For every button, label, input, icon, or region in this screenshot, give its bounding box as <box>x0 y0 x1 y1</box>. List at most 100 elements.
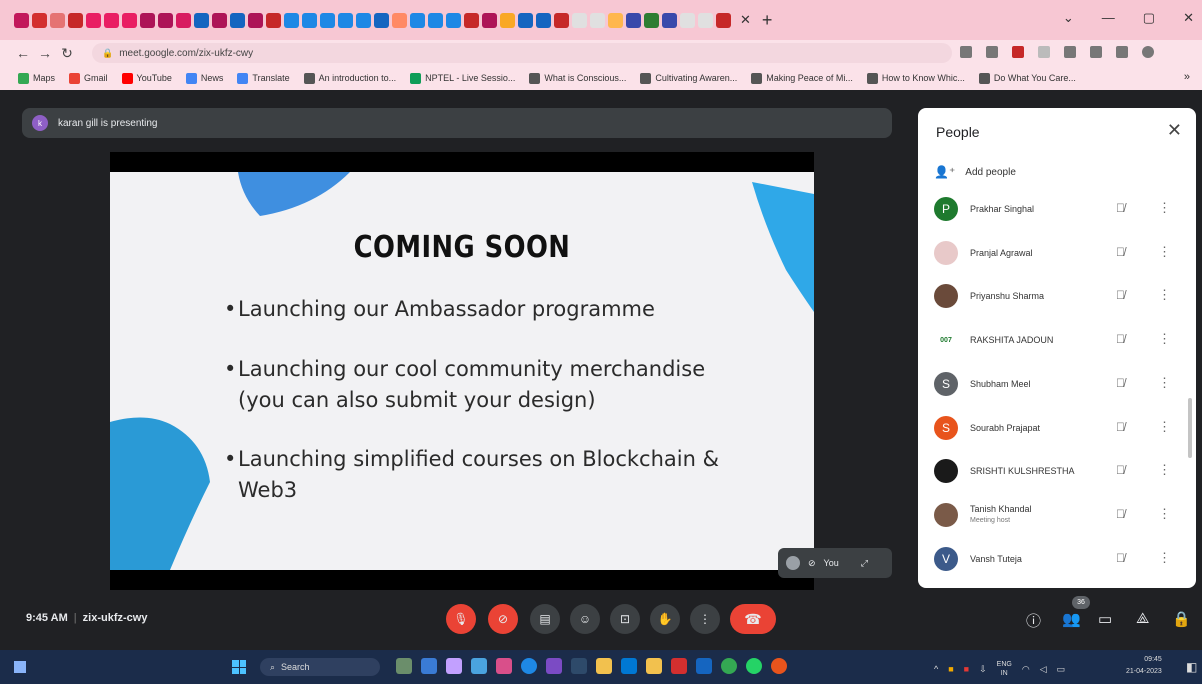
forward-icon[interactable]: → <box>34 45 56 61</box>
tab-favicon[interactable] <box>608 12 623 28</box>
pdf-icon[interactable] <box>671 658 687 674</box>
sidepanel-icon[interactable] <box>1116 46 1128 58</box>
mic-muted-icon[interactable]: 🎙̸ <box>1116 201 1125 215</box>
leave-call-button[interactable]: ☎ <box>730 604 776 634</box>
people-icon[interactable]: 👥 <box>1062 610 1081 628</box>
mic-muted-icon[interactable]: 🎙̸ <box>1116 551 1125 565</box>
chat-icon[interactable]: ▭ <box>1098 610 1112 628</box>
bookmark-item[interactable]: NPTEL - Live Sessio... <box>410 72 515 84</box>
camera-toggle-button[interactable]: ⊘ <box>488 604 518 634</box>
bookmark-maps[interactable]: Maps <box>18 72 55 84</box>
tab-favicon[interactable] <box>374 12 389 28</box>
participant-row[interactable]: SRISHTI KULSHRESTHA 🎙̸ ⋮ <box>934 456 1184 486</box>
tab-favicon[interactable] <box>68 12 83 28</box>
mic-muted-icon[interactable]: 🎙̸ <box>1116 420 1125 434</box>
windows-start-icon[interactable] <box>232 660 246 674</box>
tab-favicon[interactable] <box>482 12 497 28</box>
extensions-puzzle-icon[interactable] <box>1090 46 1102 58</box>
emoji-button[interactable]: ☺ <box>570 604 600 634</box>
tab-favicon[interactable] <box>122 12 137 28</box>
close-icon[interactable]: ✕ <box>1167 120 1182 141</box>
present-button[interactable]: ⊡ <box>610 604 640 634</box>
app-icon[interactable] <box>496 658 512 674</box>
file-explorer-icon[interactable] <box>596 658 612 674</box>
tab-favicon[interactable] <box>554 12 569 28</box>
tab-favicon[interactable] <box>176 12 191 28</box>
tab-favicon[interactable] <box>338 12 353 28</box>
participant-row[interactable]: V Vansh Tuteja 🎙̸ ⋮ <box>934 544 1184 574</box>
tab-favicon[interactable] <box>50 12 65 28</box>
tab-favicon[interactable] <box>518 12 533 28</box>
app-icon[interactable] <box>471 658 487 674</box>
tab-favicon[interactable] <box>212 12 227 28</box>
new-tab-icon[interactable]: + <box>762 10 773 31</box>
back-icon[interactable]: ← <box>12 45 34 61</box>
tab-favicon[interactable] <box>428 12 443 28</box>
captions-button[interactable]: ▤ <box>530 604 560 634</box>
whatsapp-icon[interactable] <box>746 658 762 674</box>
tab-favicon[interactable] <box>500 12 515 28</box>
mic-muted-icon[interactable]: 🎙̸ <box>1116 507 1125 521</box>
more-options-icon[interactable]: ⋮ <box>1158 419 1171 435</box>
tray-app-icon[interactable]: ■ <box>964 664 969 674</box>
tab-favicon[interactable] <box>572 12 587 28</box>
more-options-icon[interactable]: ⋮ <box>1158 462 1171 478</box>
tab-favicon[interactable] <box>266 12 281 28</box>
more-options-icon[interactable]: ⋮ <box>1158 375 1171 391</box>
reload-icon[interactable]: ↻ <box>56 45 78 62</box>
tab-favicon[interactable] <box>716 12 731 28</box>
add-people-button[interactable]: 👤⁺ Add people <box>934 165 1016 179</box>
lock-icon[interactable]: 🔒 <box>102 48 113 59</box>
participant-row[interactable]: Tanish Khandal Meeting host 🎙̸ ⋮ <box>934 500 1184 530</box>
app-icon[interactable] <box>396 658 412 674</box>
app-icon[interactable] <box>446 658 462 674</box>
participant-row[interactable]: Priyanshu Sharma 🎙̸ ⋮ <box>934 281 1184 311</box>
more-options-button[interactable]: ⋮ <box>690 604 720 634</box>
extension-icon[interactable] <box>1064 46 1076 58</box>
taskbar-search[interactable]: ⌕ Search <box>260 658 380 676</box>
participant-row[interactable]: 007 RAKSHITA JADOUN 🎙̸ ⋮ <box>934 325 1184 355</box>
close-window-icon[interactable]: ✕ <box>1183 10 1194 26</box>
maximize-icon[interactable]: ▢ <box>1143 10 1155 26</box>
tab-favicon[interactable] <box>86 12 101 28</box>
extension-icon[interactable] <box>1012 46 1024 58</box>
minimize-icon[interactable]: — <box>1102 10 1115 26</box>
tab-favicon[interactable] <box>230 12 245 28</box>
omnibox[interactable]: 🔒 meet.google.com/zix-ukfz-cwy <box>92 43 952 63</box>
app-icon[interactable] <box>521 658 537 674</box>
app-icon[interactable] <box>571 658 587 674</box>
tab-favicon[interactable] <box>284 12 299 28</box>
more-options-icon[interactable]: ⋮ <box>1158 550 1171 566</box>
mic-muted-icon[interactable]: 🎙̸ <box>1116 245 1125 259</box>
extension-icon[interactable] <box>960 46 972 58</box>
bookmark-news[interactable]: News <box>185 72 223 84</box>
tab-favicon[interactable] <box>644 12 659 28</box>
app-icon[interactable] <box>646 658 662 674</box>
app-icon[interactable] <box>771 658 787 674</box>
tab-favicon[interactable] <box>302 12 317 28</box>
bookmark-translate[interactable]: Translate <box>237 72 290 84</box>
participant-row[interactable]: Pranjal Agrawal 🎙̸ ⋮ <box>934 238 1184 268</box>
more-options-icon[interactable]: ⋮ <box>1158 244 1171 260</box>
volume-icon[interactable]: ◁ <box>1040 664 1047 675</box>
mic-muted-icon[interactable]: 🎙̸ <box>1116 376 1125 390</box>
mail-icon[interactable] <box>621 658 637 674</box>
language-indicator[interactable]: ENG IN <box>997 660 1012 678</box>
bookmark-item[interactable]: What is Conscious... <box>529 72 626 84</box>
bookmark-item[interactable]: Making Peace of Mi... <box>751 72 853 84</box>
tab-favicon[interactable] <box>680 12 695 28</box>
participant-row[interactable]: S Sourabh Prajapat 🎙̸ ⋮ <box>934 413 1184 443</box>
bookmark-item[interactable]: How to Know Whic... <box>866 72 965 84</box>
widgets-icon[interactable] <box>14 661 26 673</box>
mic-muted-icon[interactable]: 🎙̸ <box>1116 288 1125 302</box>
wifi-icon[interactable]: ◠ <box>1022 664 1030 675</box>
mic-toggle-button[interactable]: 🎙 <box>446 604 476 634</box>
profile-avatar[interactable] <box>1142 46 1154 58</box>
bookmark-item[interactable]: Do What You Care... <box>978 72 1076 84</box>
chevron-down-icon[interactable]: ⌄ <box>1063 10 1074 26</box>
tab-favicon[interactable] <box>410 12 425 28</box>
info-icon[interactable]: ⓘ <box>1026 610 1041 631</box>
mic-muted-icon[interactable]: 🎙̸ <box>1116 463 1125 477</box>
expand-icon[interactable]: ⤢ <box>861 558 868 569</box>
taskbar-clock[interactable]: 09:45 21-04-2023 <box>1126 654 1162 678</box>
